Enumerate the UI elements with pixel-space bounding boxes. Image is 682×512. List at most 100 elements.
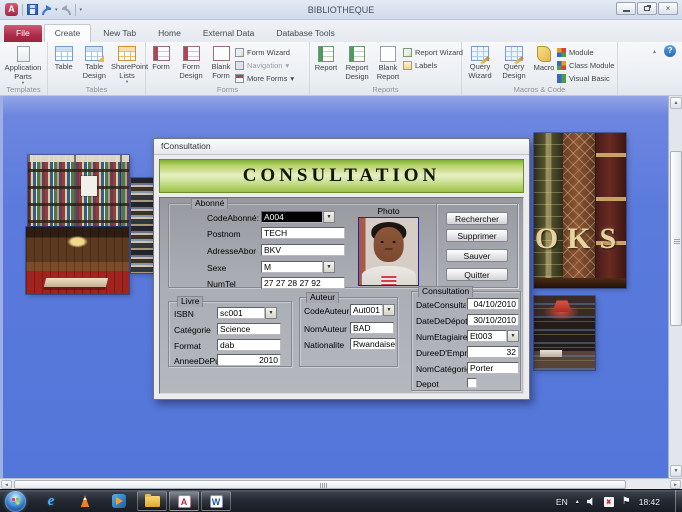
code-auteur-input[interactable]: Aut001 — [350, 304, 383, 316]
taskbar-explorer-button[interactable] — [137, 491, 167, 511]
portrait-eye — [393, 241, 396, 243]
num-etagiaire-dropdown[interactable]: ▼ — [507, 330, 519, 342]
query-design-button[interactable]: Query Design — [497, 44, 531, 86]
desktop-photo-modern-library — [534, 296, 595, 370]
table-button[interactable]: Table — [49, 44, 79, 86]
macro-button[interactable]: Macro — [531, 44, 557, 86]
sharepoint-lists-button[interactable]: SharePoint Lists ▾ — [110, 44, 144, 86]
nom-categorie-input[interactable]: Porter — [467, 362, 519, 374]
book-spine — [534, 133, 563, 278]
clock[interactable]: 18:42 — [639, 497, 660, 507]
vertical-scroll-thumb[interactable] — [670, 151, 682, 326]
report-design-button[interactable]: Report Design — [341, 44, 373, 86]
nationalite-input[interactable]: Rwandaise — [350, 338, 396, 350]
query-wizard-button[interactable]: Query Wizard — [463, 44, 497, 86]
volume-icon[interactable] — [587, 497, 596, 506]
close-button[interactable]: × — [658, 2, 678, 15]
blank-form-button[interactable]: Blank Form — [207, 44, 235, 86]
class-module-button[interactable]: Class Module — [557, 59, 615, 71]
show-hidden-icons-icon[interactable]: ▴ — [576, 498, 579, 505]
code-abonne-dropdown[interactable]: ▼ — [323, 211, 335, 223]
taskbar-media-player-button[interactable] — [108, 491, 130, 512]
numtel-input[interactable]: 27 27 28 27 92 — [261, 277, 345, 289]
tab-external-data[interactable]: External Data — [193, 25, 265, 42]
categorie-input[interactable]: Science — [217, 323, 281, 335]
taskbar-ie-button[interactable]: e — [40, 491, 62, 512]
form-window-titlebar[interactable]: fConsultation — [154, 139, 529, 155]
form-wizard-button[interactable]: Form Wizard — [235, 46, 305, 58]
form-design-button[interactable]: Form Design — [175, 44, 207, 86]
postnom-label: Postnom — [207, 229, 241, 239]
close-icon: × — [666, 5, 671, 13]
customize-qat-caret-icon[interactable]: ▾ — [80, 7, 83, 13]
blank-report-button[interactable]: Blank Report — [373, 44, 403, 86]
labels-button[interactable]: Labels — [403, 59, 459, 71]
blank-report-icon — [380, 46, 396, 62]
horizontal-scroll-thumb[interactable] — [14, 480, 626, 489]
code-auteur-dropdown[interactable]: ▼ — [383, 304, 395, 316]
tab-create[interactable]: Create — [44, 24, 92, 42]
portrait-mouth — [384, 248, 392, 250]
date-depot-input[interactable]: 30/10/2010 — [467, 314, 519, 326]
form-icon — [153, 46, 170, 61]
collapse-ribbon-icon[interactable]: ▴ — [653, 48, 656, 55]
adresse-abonne-input[interactable]: BKV — [261, 244, 345, 256]
undo-caret-icon[interactable]: ▾ — [55, 7, 58, 13]
sexe-input[interactable]: M — [261, 261, 323, 273]
alert-tray-icon[interactable]: × — [604, 497, 614, 507]
form-button[interactable]: Form — [147, 44, 175, 86]
tab-database-tools[interactable]: Database Tools — [266, 25, 344, 42]
tab-new-tab[interactable]: New Tab — [93, 25, 146, 42]
annee-depul-input[interactable]: 2010 — [217, 354, 281, 366]
report-button[interactable]: Report — [311, 44, 341, 86]
start-button[interactable] — [5, 491, 26, 512]
scroll-left-icon[interactable]: ◄ — [1, 480, 12, 489]
visual-basic-button[interactable]: Visual Basic — [557, 72, 615, 84]
taskbar-access-button[interactable]: A — [169, 491, 199, 511]
date-depot-label: DateDeDépot — [416, 316, 468, 326]
isbn-dropdown[interactable]: ▼ — [265, 307, 277, 319]
taskbar-word-button[interactable]: W — [201, 491, 231, 511]
depot-checkbox[interactable] — [467, 378, 477, 388]
tab-file[interactable]: File — [4, 25, 42, 42]
postnom-input[interactable]: TECH — [261, 227, 345, 239]
table-design-button[interactable]: Table Design — [79, 44, 110, 86]
group-label-templates: Templates — [0, 85, 47, 94]
language-indicator[interactable]: EN — [556, 497, 568, 507]
horizontal-scrollbar[interactable]: ◄ ► — [0, 478, 682, 489]
show-desktop-button[interactable] — [675, 490, 682, 512]
minimize-button[interactable] — [616, 2, 636, 15]
help-icon[interactable]: ? — [664, 45, 676, 57]
report-label: Report — [312, 64, 340, 73]
nom-auteur-input[interactable]: BAD — [350, 322, 394, 334]
vertical-scrollbar[interactable]: ▲ ▼ — [668, 96, 682, 478]
sauver-button[interactable]: Sauver — [446, 249, 508, 262]
ribbon-group-forms: Form Form Design Blank Form Form Wizard … — [146, 42, 310, 95]
supprimer-button[interactable]: Supprimer — [446, 229, 508, 242]
save-icon[interactable] — [27, 4, 38, 15]
num-etagiaire-input[interactable]: Et003 — [467, 330, 507, 342]
access-app-icon[interactable]: A — [5, 3, 18, 16]
duree-emprunt-input[interactable]: 32 — [467, 346, 519, 358]
taskbar-vlc-button[interactable] — [74, 491, 96, 512]
isbn-input[interactable]: sc001 — [217, 307, 265, 319]
rechercher-button[interactable]: Rechercher — [446, 212, 508, 225]
action-center-flag-icon[interactable]: ⚑ — [622, 497, 631, 507]
sexe-dropdown[interactable]: ▼ — [323, 261, 335, 273]
module-button[interactable]: Module — [557, 46, 615, 58]
scroll-down-icon[interactable]: ▼ — [670, 465, 682, 477]
group-label-forms: Forms — [146, 85, 309, 94]
restore-button[interactable] — [637, 2, 657, 15]
class-module-icon — [557, 61, 566, 70]
undo-icon[interactable] — [42, 8, 51, 15]
scroll-right-icon[interactable]: ► — [670, 480, 681, 489]
report-wizard-button[interactable]: Report Wizard — [403, 46, 459, 58]
code-abonne-input[interactable]: A004 — [261, 211, 323, 223]
date-consultation-input[interactable]: 04/10/2010 — [467, 298, 519, 310]
tab-home[interactable]: Home — [148, 25, 191, 42]
more-forms-button[interactable]: More Forms ▾ — [235, 72, 305, 84]
scroll-up-icon[interactable]: ▲ — [670, 97, 682, 109]
format-input[interactable]: dab — [217, 339, 281, 351]
application-parts-button[interactable]: Application Parts ▾ — [1, 44, 45, 86]
quitter-button[interactable]: Quitter — [446, 268, 508, 281]
